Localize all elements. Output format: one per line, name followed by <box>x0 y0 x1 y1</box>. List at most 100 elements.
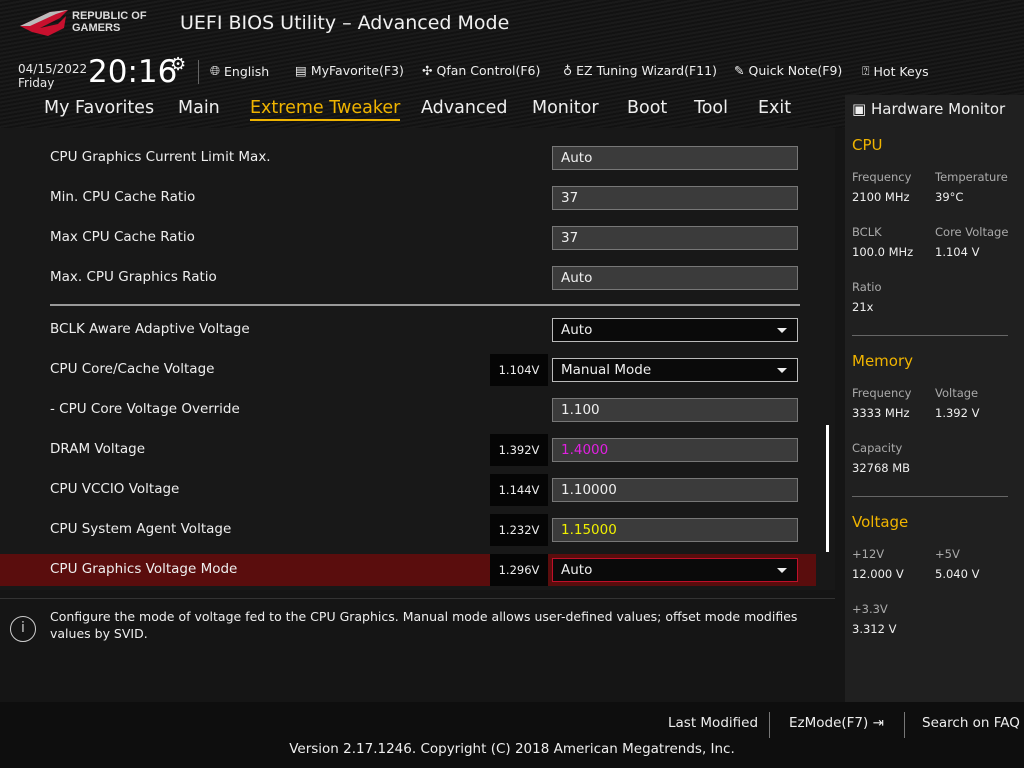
setting-row[interactable]: DRAM Voltage 1.392V 1.4000 <box>0 434 816 466</box>
setting-row[interactable]: Max. CPU Graphics Ratio Auto <box>0 262 816 294</box>
list-icon: ▤ <box>295 63 307 78</box>
cpu-frequency: 2100 MHz <box>852 190 910 204</box>
mem-frequency: 3333 MHz <box>852 406 910 420</box>
setting-input[interactable]: 37 <box>552 226 798 250</box>
gear-icon[interactable]: ⚙ <box>170 54 186 75</box>
language-button[interactable]: 🌐︎ English <box>210 63 269 79</box>
setting-row[interactable]: - CPU Core Voltage Override 1.100 <box>0 394 816 426</box>
setting-row[interactable]: CPU Graphics Voltage Mode 1.296V Auto <box>0 554 816 586</box>
setting-row[interactable]: CPU Core/Cache Voltage 1.104V Manual Mode <box>0 354 816 386</box>
chevron-down-icon <box>777 328 787 333</box>
divider <box>904 712 905 738</box>
voltage-reading: 1.296V <box>490 554 548 586</box>
v5: 5.040 V <box>935 567 980 581</box>
search-faq-button[interactable]: Search on FAQ <box>922 715 1020 731</box>
globe-icon: 🌐︎ <box>210 63 221 78</box>
tab-monitor[interactable]: Monitor <box>532 98 599 118</box>
divider <box>769 712 770 738</box>
label: Frequency <box>852 386 912 400</box>
scrollbar[interactable] <box>826 425 829 552</box>
setting-dropdown[interactable]: Auto <box>552 318 798 342</box>
label: Core Voltage <box>935 225 1009 239</box>
cpu-temperature: 39°C <box>935 190 964 204</box>
quick-note-button[interactable]: ✎ Quick Note(F9) <box>734 63 842 78</box>
v33: 3.312 V <box>852 622 897 636</box>
setting-input[interactable]: 37 <box>552 186 798 210</box>
bulb-icon: ♁ <box>563 63 573 78</box>
divider <box>198 60 199 84</box>
chevron-down-icon <box>777 368 787 373</box>
setting-label: CPU System Agent Voltage <box>50 521 232 537</box>
tab-my-favorites[interactable]: My Favorites <box>44 98 154 118</box>
ez-tuning-button[interactable]: ♁ EZ Tuning Wizard(F11) <box>563 63 717 78</box>
setting-row[interactable]: CPU System Agent Voltage 1.232V 1.15000 <box>0 514 816 546</box>
date: 04/15/2022 <box>18 62 88 76</box>
clock: 20:16 <box>88 54 178 90</box>
voltage-reading: 1.104V <box>490 354 548 386</box>
setting-input[interactable]: 1.15000 <box>552 518 798 542</box>
setting-row[interactable]: Min. CPU Cache Ratio 37 <box>0 182 816 214</box>
hot-keys-button[interactable]: ⍰ Hot Keys <box>862 63 929 79</box>
setting-label: CPU Graphics Voltage Mode <box>50 561 238 577</box>
divider <box>852 496 1008 497</box>
tab-exit[interactable]: Exit <box>758 98 791 118</box>
core-voltage: 1.104 V <box>935 245 980 259</box>
tab-main[interactable]: Main <box>178 98 220 118</box>
memory-section-title: Memory <box>852 352 914 370</box>
myfavorite-button[interactable]: ▤ MyFavorite(F3) <box>295 63 404 78</box>
bclk: 100.0 MHz <box>852 245 914 259</box>
setting-label: - CPU Core Voltage Override <box>50 401 240 417</box>
setting-dropdown[interactable]: Manual Mode <box>552 358 798 382</box>
mem-voltage: 1.392 V <box>935 406 980 420</box>
chevron-down-icon <box>777 568 787 573</box>
date-display: 04/15/2022 Friday <box>18 62 87 90</box>
voltage-reading: 1.232V <box>490 514 548 546</box>
setting-row[interactable]: CPU VCCIO Voltage 1.144V 1.10000 <box>0 474 816 506</box>
label: +5V <box>935 547 960 561</box>
tab-boot[interactable]: Boot <box>627 98 667 118</box>
voltage-reading: 1.144V <box>490 474 548 506</box>
setting-row[interactable]: Max CPU Cache Ratio 37 <box>0 222 816 254</box>
app-title: UEFI BIOS Utility – Advanced Mode <box>180 12 510 34</box>
tab-tool[interactable]: Tool <box>694 98 728 118</box>
setting-input[interactable]: 1.4000 <box>552 438 798 462</box>
setting-label: BCLK Aware Adaptive Voltage <box>50 321 250 337</box>
label: +12V <box>852 547 885 561</box>
cpu-section-title: CPU <box>852 136 883 154</box>
setting-input[interactable]: Auto <box>552 146 798 170</box>
setting-label: Max. CPU Graphics Ratio <box>50 269 217 285</box>
help-text: Configure the mode of voltage fed to the… <box>50 609 798 641</box>
ratio: 21x <box>852 300 874 314</box>
setting-row[interactable]: CPU Graphics Current Limit Max. Auto <box>0 142 816 174</box>
last-modified-button[interactable]: Last Modified <box>668 715 758 731</box>
note-icon: ✎ <box>734 63 745 78</box>
setting-row[interactable]: BCLK Aware Adaptive Voltage Auto <box>0 314 816 346</box>
qfan-button[interactable]: ✣ Qfan Control(F6) <box>422 63 540 78</box>
hardware-monitor-title: ▣ Hardware Monitor <box>852 100 1006 118</box>
exit-icon: ⇥ <box>872 715 884 731</box>
setting-input[interactable]: 1.100 <box>552 398 798 422</box>
day: Friday <box>18 76 55 90</box>
label: Voltage <box>935 386 979 400</box>
setting-label: Max CPU Cache Ratio <box>50 229 195 245</box>
label: BCLK <box>852 225 882 239</box>
mem-capacity: 32768 MB <box>852 461 911 475</box>
monitor-icon: ▣ <box>852 100 867 118</box>
setting-label: DRAM Voltage <box>50 441 146 457</box>
tab-extreme-tweaker[interactable]: Extreme Tweaker <box>250 98 401 121</box>
setting-label: CPU Core/Cache Voltage <box>50 361 215 377</box>
setting-input[interactable]: 1.10000 <box>552 478 798 502</box>
setting-dropdown[interactable]: Auto <box>552 558 798 582</box>
label: Temperature <box>935 170 1008 184</box>
setting-label: CPU Graphics Current Limit Max. <box>50 149 271 165</box>
help-icon: ⍰ <box>862 63 870 78</box>
tab-advanced[interactable]: Advanced <box>421 98 507 118</box>
divider <box>852 335 1008 336</box>
setting-input[interactable]: Auto <box>552 266 798 290</box>
logo-text: REPUBLIC OF GAMERS <box>72 10 147 34</box>
ezmode-button[interactable]: EzMode(F7) ⇥ <box>789 715 884 731</box>
label: Frequency <box>852 170 912 184</box>
fan-icon: ✣ <box>422 63 433 78</box>
label: Capacity <box>852 441 903 455</box>
info-icon: i <box>10 616 36 642</box>
